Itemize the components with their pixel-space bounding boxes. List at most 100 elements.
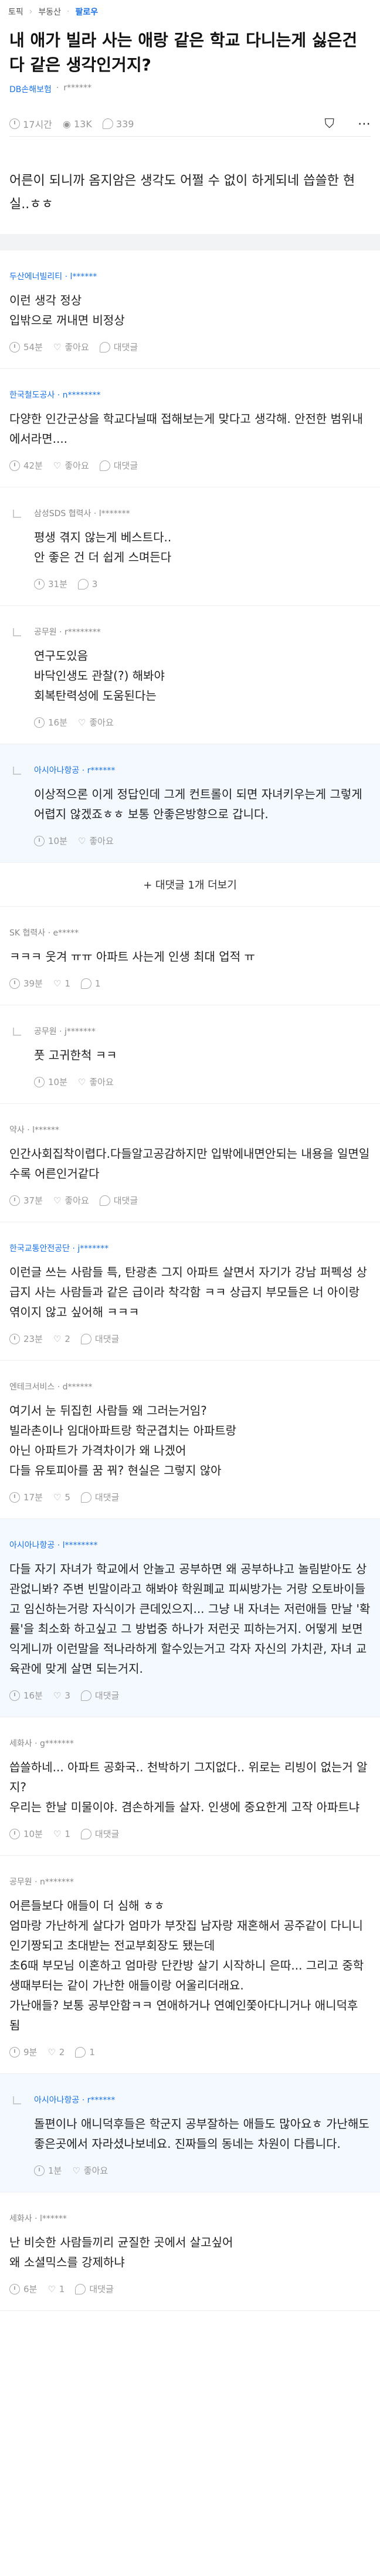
like-button[interactable]: ♡ 1 [53, 1829, 70, 1839]
like-button[interactable]: ♡ 2 [48, 2047, 65, 2058]
like-button[interactable]: ♡ 좋아요 [78, 1076, 114, 1088]
breadcrumb-topic[interactable]: 토픽 [8, 6, 23, 18]
comment-time: 31분 [34, 578, 67, 590]
comment-author[interactable]: 한국교통안전공단 · j******* [9, 1242, 371, 1254]
comment-author[interactable]: 아시아나항공 · l******** [9, 1539, 371, 1551]
comment-item: SK 협력사 · e***** ㅋㅋㅋ 웃겨 ㅠㅠ 아파트 사는게 인생 최대 업… [0, 907, 380, 1005]
breadcrumb: 토픽 › 부동산 · 팔로우 [0, 0, 380, 23]
comment-meta: 39분 ♡ 1 1 [9, 977, 371, 989]
comment-time-label: 23분 [23, 1334, 43, 1344]
page: 토픽 › 부동산 · 팔로우 내 애가 빌라 사는 애랑 같은 학교 다니는게 … [0, 0, 380, 2576]
like-label: 1 [59, 2283, 65, 2294]
comment-meta: 23분 ♡ 2 대댓글 [9, 1333, 371, 1345]
reply-button[interactable]: 대댓글 [99, 1194, 138, 1206]
clock-icon [34, 835, 45, 846]
comment-icon [99, 341, 110, 352]
comment-text: 난 비슷한 사람들끼리 균질한 곳에서 살고싶어 왜 소셜믹스를 강제하냐 [9, 2235, 233, 2269]
like-button[interactable]: ♡ 좋아요 [78, 716, 114, 728]
comment-author[interactable]: 아시아나항공 · r****** [34, 764, 371, 776]
reply-button[interactable]: 대댓글 [80, 1491, 119, 1503]
bookmark-icon[interactable]: ⛉ [324, 117, 334, 131]
clock-icon [34, 1076, 45, 1087]
like-button[interactable]: ♡ 1 [48, 2284, 65, 2294]
like-button[interactable]: ♡ 3 [53, 1690, 70, 1701]
comment-text: 다들 자기 자녀가 학교에서 안놀고 공부하면 왜 공부하냐고 놀림받아도 상관… [9, 1562, 371, 1676]
heart-icon: ♡ [53, 1195, 62, 1206]
comment-icon [80, 978, 91, 989]
comment-author[interactable]: SK 협력사 · e***** [9, 927, 371, 938]
reply-button[interactable]: 3 [77, 578, 98, 589]
reply-button[interactable]: 대댓글 [80, 1689, 120, 1701]
reply-button[interactable]: 대댓글 [75, 2283, 114, 2295]
comment-author[interactable]: 두산에너빌리티 · l****** [9, 270, 371, 282]
more-icon[interactable]: ⋯ [358, 117, 371, 131]
post-meta: 17시간 ◉ 13K 339 ⛉ ⋯ [0, 95, 380, 136]
reply-label: 대댓글 [113, 1195, 138, 1206]
comment-author[interactable]: 삼성SDS 협력사 · l******* [34, 507, 371, 519]
comment-meta: 1분 ♡ 좋아요 [34, 2164, 371, 2177]
post-views: ◉ 13K [63, 118, 92, 130]
comment-author[interactable]: 공무원 · n******* [9, 1876, 371, 1887]
like-button[interactable]: ♡ 좋아요 [53, 1194, 89, 1206]
comment-icon [80, 1492, 91, 1503]
like-button[interactable]: ♡ 1 [53, 978, 70, 989]
comment-text: 어른들보다 애들이 더 심해 ㅎㅎ 엄마랑 가난하게 살다가 엄마가 부잣집 남… [9, 1899, 364, 2032]
comment-author[interactable]: 한국철도공사 · n******** [9, 389, 371, 401]
heart-icon: ♡ [77, 835, 86, 846]
like-button[interactable]: ♡ 5 [53, 1492, 70, 1503]
like-button[interactable]: ♡ 좋아요 [53, 341, 89, 353]
reply-button[interactable]: 1 [80, 978, 100, 989]
reply-button[interactable]: 대댓글 [99, 341, 138, 353]
breadcrumb-category[interactable]: 부동산 [38, 6, 61, 18]
comment-time-label: 10분 [48, 836, 67, 846]
heart-icon: ♡ [77, 717, 86, 728]
comment-author[interactable]: 세화사 · g******* [9, 1737, 371, 1749]
heart-icon: ♡ [53, 1333, 62, 1344]
comment-time-label: 31분 [48, 579, 67, 589]
comment-author[interactable]: 약사 · l****** [9, 1124, 371, 1136]
like-button[interactable]: ♡ 좋아요 [78, 835, 114, 847]
like-button[interactable]: ♡ 2 [53, 1334, 70, 1344]
comment-list: 두산에너빌리티 · l****** 이런 생각 정상 입밖으로 꺼내면 비정상 54… [0, 250, 380, 863]
section-gap [0, 234, 380, 250]
comment-item: 아시아나항공 · l******** 다들 자기 자녀가 학교에서 안놀고 공부하… [0, 1519, 380, 1717]
follow-button[interactable]: 팔로우 [75, 6, 98, 18]
reply-arrow-icon [13, 767, 21, 775]
reply-label: 대댓글 [113, 342, 138, 352]
comment-time: 39분 [9, 977, 43, 989]
comment-author[interactable]: 공무원 · r******** [34, 626, 371, 638]
reply-button[interactable]: 대댓글 [80, 1828, 119, 1840]
comment-item: 공무원 · n******* 어른들보다 애들이 더 심해 ㅎㅎ 엄마랑 가난하게… [0, 1856, 380, 2074]
reply-button[interactable]: 대댓글 [99, 459, 138, 472]
comment-text: 인간사회집착이렵다.다들알고공감하지만 입밖에내면안되는 내용을 일면일수록 어… [9, 1147, 370, 1181]
clock-icon [9, 118, 20, 129]
more-replies-button[interactable]: + 대댓글 1개 더보기 [0, 863, 380, 907]
like-label: 좋아요 [65, 342, 89, 352]
heart-icon: ♡ [48, 2046, 56, 2058]
comment-time: 23분 [9, 1333, 43, 1345]
reply-label: 3 [91, 578, 98, 589]
clock-icon [9, 341, 20, 352]
like-label: 좋아요 [83, 2165, 108, 2176]
like-button[interactable]: ♡ 좋아요 [53, 459, 89, 472]
comment-icon [80, 1828, 91, 1839]
clock-icon [9, 2046, 20, 2058]
comment-author[interactable]: 엔테크서비스 · d****** [9, 1381, 371, 1392]
reply-button[interactable]: 대댓글 [80, 1333, 119, 1345]
reply-label: 대댓글 [94, 1690, 120, 1701]
breadcrumb-separator: › [29, 7, 33, 16]
comment-meta: 9분 ♡ 2 1 [9, 2046, 371, 2058]
comment-time: 42분 [9, 459, 43, 472]
comment-meta: 31분 3 [34, 578, 371, 590]
breadcrumb-separator: · [67, 7, 70, 16]
comment-meta: 42분 ♡ 좋아요 대댓글 [9, 459, 371, 472]
post-author-id: r****** [63, 83, 92, 93]
reply-button[interactable]: 1 [75, 2046, 95, 2058]
separator-dot: · [56, 83, 59, 93]
like-button[interactable]: ♡ 좋아요 [72, 2164, 108, 2177]
comment-text: 이런 생각 정상 입밖으로 꺼내면 비정상 [9, 293, 125, 327]
comment-author[interactable]: 공무원 · j******* [34, 1025, 371, 1037]
post-author-company[interactable]: DB손해보험 [9, 83, 52, 95]
comment-author[interactable]: 세화사 · l****** [9, 2212, 371, 2224]
comment-author[interactable]: 아시아나항공 · r****** [34, 2094, 371, 2106]
